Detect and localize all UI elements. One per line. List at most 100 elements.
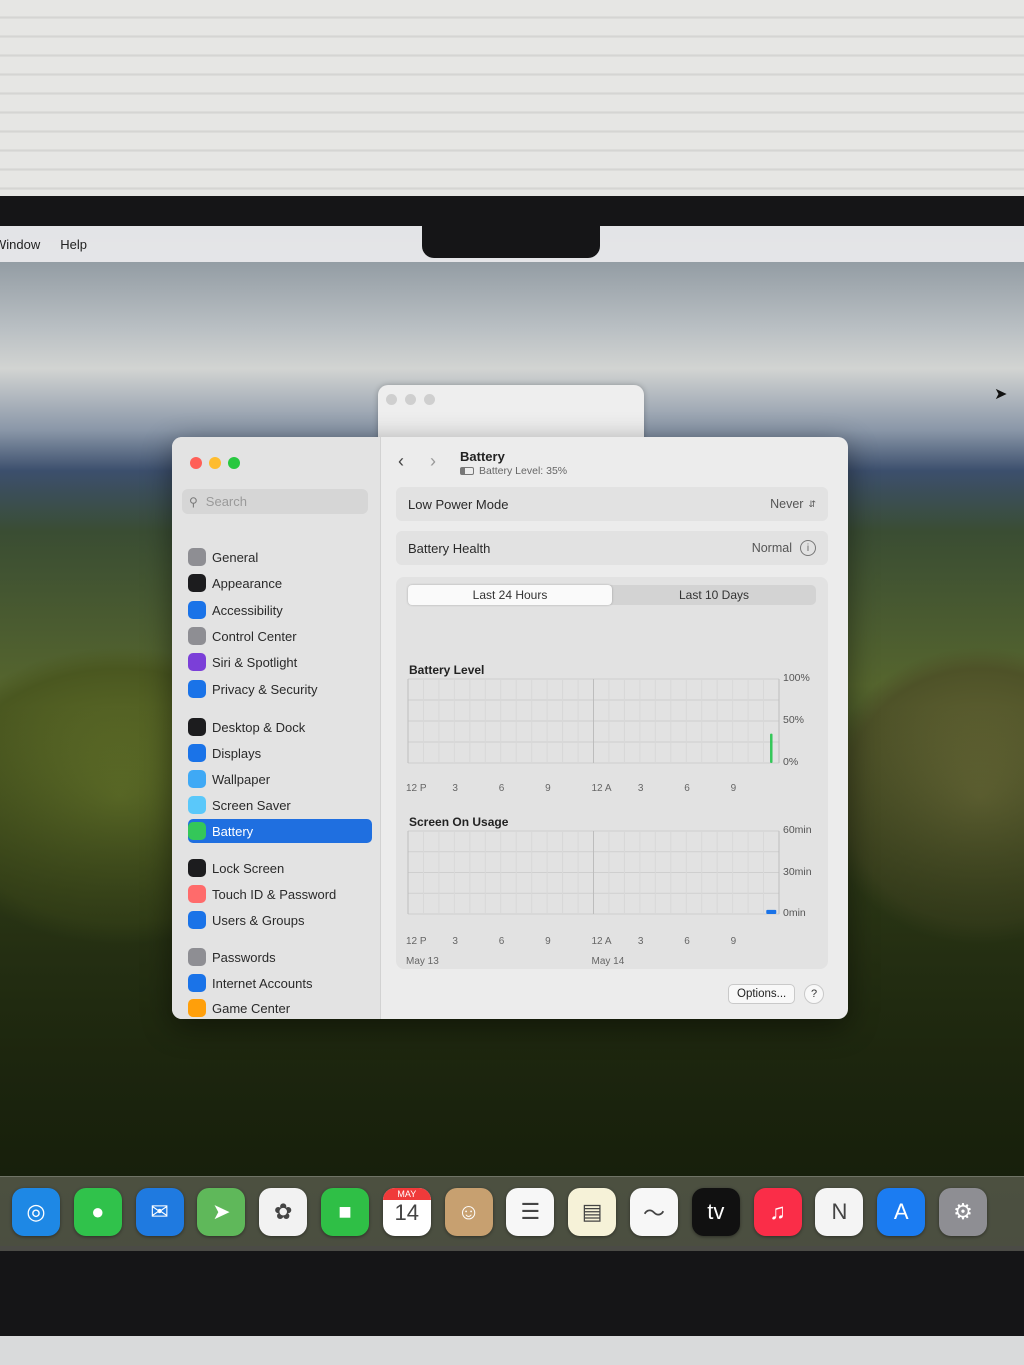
x-tick-label: 3 [452, 783, 458, 794]
minimize-button[interactable] [209, 457, 221, 469]
y-tick-label: 0% [783, 756, 799, 768]
app-glyph: tv [707, 1199, 725, 1224]
sidebar-item-accessibility[interactable]: Accessibility [188, 598, 372, 622]
search-icon: ⚲ [189, 494, 198, 509]
x-tick-label: 6 [684, 783, 690, 794]
facetime-icon[interactable]: ■ [321, 1188, 369, 1236]
app-glyph: 14 [394, 1200, 420, 1225]
x-tick-label: 3 [637, 783, 644, 794]
app-glyph: ♫ [769, 1199, 786, 1224]
window-blinds-background [0, 0, 1024, 200]
calendar-month: MAY [382, 1188, 431, 1200]
forward-button[interactable]: › [430, 451, 436, 472]
battery-level-status: Battery Level: 35% [460, 465, 567, 477]
app-glyph: N [831, 1199, 848, 1224]
sidebar-item-desktop-dock[interactable]: Desktop & Dock [188, 715, 372, 739]
key-icon [188, 948, 206, 966]
sidebar-item-label: Accessibility [212, 602, 283, 618]
control-center-icon [188, 627, 206, 645]
apple-tv-icon[interactable]: tv [691, 1188, 740, 1236]
sidebar-item-label: Passwords [212, 949, 276, 965]
calendar-icon[interactable]: MAY 14 [382, 1188, 431, 1236]
minimize-button[interactable] [405, 394, 416, 405]
battery-health-row: Battery Health Normal i [396, 531, 828, 565]
battery-health-value: Normal [751, 541, 792, 555]
zoom-button[interactable] [424, 394, 435, 405]
x-tick-label: 9 [545, 783, 551, 794]
sidebar-item-general[interactable]: General [188, 545, 372, 569]
music-icon[interactable]: ♫ [753, 1188, 802, 1236]
sidebar-item-control-center[interactable]: Control Center [188, 624, 372, 648]
sidebar-item-siri-spotlight[interactable]: Siri & Spotlight [188, 650, 372, 674]
system-settings-icon[interactable]: ⚙ [939, 1188, 987, 1236]
sidebar-item-label: Users & Groups [212, 912, 305, 928]
date-label: May 14 [591, 956, 625, 967]
news-icon[interactable]: N [815, 1188, 864, 1236]
app-glyph: ☰ [520, 1199, 541, 1224]
game-center-icon [188, 999, 206, 1017]
x-tick-label: 12 P [406, 936, 427, 947]
menu-window[interactable]: Window [0, 237, 40, 252]
sidebar-item-label: Battery [212, 823, 254, 839]
search-input[interactable] [203, 493, 358, 510]
search-field[interactable]: ⚲ [182, 489, 368, 514]
battery-icon [460, 467, 474, 475]
sidebar-item-lock-screen[interactable]: Lock Screen [188, 856, 372, 880]
accessibility-icon [188, 601, 206, 619]
system-settings-window: ⚲ General Appearance Accessibility Control … [172, 437, 848, 1019]
close-button[interactable] [386, 394, 397, 405]
sidebar-item-appearance[interactable]: Appearance [188, 571, 372, 595]
sidebar: ⚲ General Appearance Accessibility Control … [172, 437, 381, 1019]
sidebar-item-battery[interactable]: Battery [188, 819, 372, 843]
menu-help[interactable]: Help [60, 237, 87, 252]
help-button[interactable]: ? [804, 984, 824, 1004]
x-tick-label: 12 A [591, 783, 612, 794]
sidebar-item-label: Desktop & Dock [212, 719, 306, 735]
siri-icon [188, 653, 206, 671]
options-button[interactable]: Options... [728, 984, 796, 1004]
sidebar-item-wallpaper[interactable]: Wallpaper [188, 767, 372, 791]
sidebar-item-label: Appearance [212, 575, 283, 591]
zoom-button[interactable] [228, 457, 240, 469]
mail-icon[interactable]: ✉ [135, 1188, 184, 1236]
x-tick-label: 6 [498, 783, 505, 794]
y-tick-label: 30min [783, 865, 812, 878]
back-button[interactable]: ‹ [398, 451, 404, 472]
app-glyph: ● [91, 1199, 105, 1224]
safari-icon[interactable]: ◎ [12, 1188, 60, 1236]
low-power-mode-select[interactable]: Never ⇵ [770, 497, 816, 511]
app-glyph: ☺ [457, 1199, 480, 1224]
maps-icon[interactable]: ➤ [197, 1188, 246, 1236]
x-tick-label: 6 [498, 936, 505, 947]
sidebar-item-privacy-security[interactable]: Privacy & Security [188, 677, 372, 701]
freeform-icon[interactable]: 〜 [630, 1188, 678, 1236]
x-tick-label: 3 [637, 936, 644, 947]
x-tick-label: 9 [730, 783, 737, 794]
sidebar-item-passwords[interactable]: Passwords [188, 945, 372, 969]
notes-icon[interactable]: ▤ [568, 1188, 617, 1236]
app-glyph: 〜 [642, 1201, 665, 1226]
sidebar-item-internet-accounts[interactable]: Internet Accounts [188, 971, 372, 995]
contacts-icon[interactable]: ☺ [444, 1188, 493, 1236]
app-glyph: ✉ [150, 1199, 169, 1224]
date-label: May 13 [406, 956, 439, 967]
info-icon[interactable]: i [800, 540, 816, 556]
reminders-icon[interactable]: ☰ [506, 1188, 555, 1236]
close-button[interactable] [190, 457, 202, 469]
battery-level-bar [770, 733, 773, 763]
x-tick-label: 12 A [591, 936, 612, 947]
battery-health-label: Battery Health [408, 540, 491, 556]
background-window[interactable] [378, 385, 644, 445]
app-store-icon[interactable]: A [877, 1188, 926, 1236]
battery-charts [407, 678, 780, 915]
sidebar-item-screen-saver[interactable]: Screen Saver [188, 793, 372, 817]
sidebar-item-label: Wallpaper [212, 771, 271, 787]
messages-icon[interactable]: ● [73, 1188, 122, 1236]
x-tick-label: 3 [452, 936, 458, 947]
sidebar-item-users-groups[interactable]: Users & Groups [188, 908, 372, 932]
sidebar-item-displays[interactable]: Displays [188, 741, 372, 765]
sidebar-item-game-center[interactable]: Game Center [188, 996, 372, 1019]
photos-icon[interactable]: ✿ [259, 1188, 308, 1236]
sidebar-item-label: Displays [212, 745, 262, 761]
sidebar-item-touch-id-password[interactable]: Touch ID & Password [188, 882, 372, 906]
